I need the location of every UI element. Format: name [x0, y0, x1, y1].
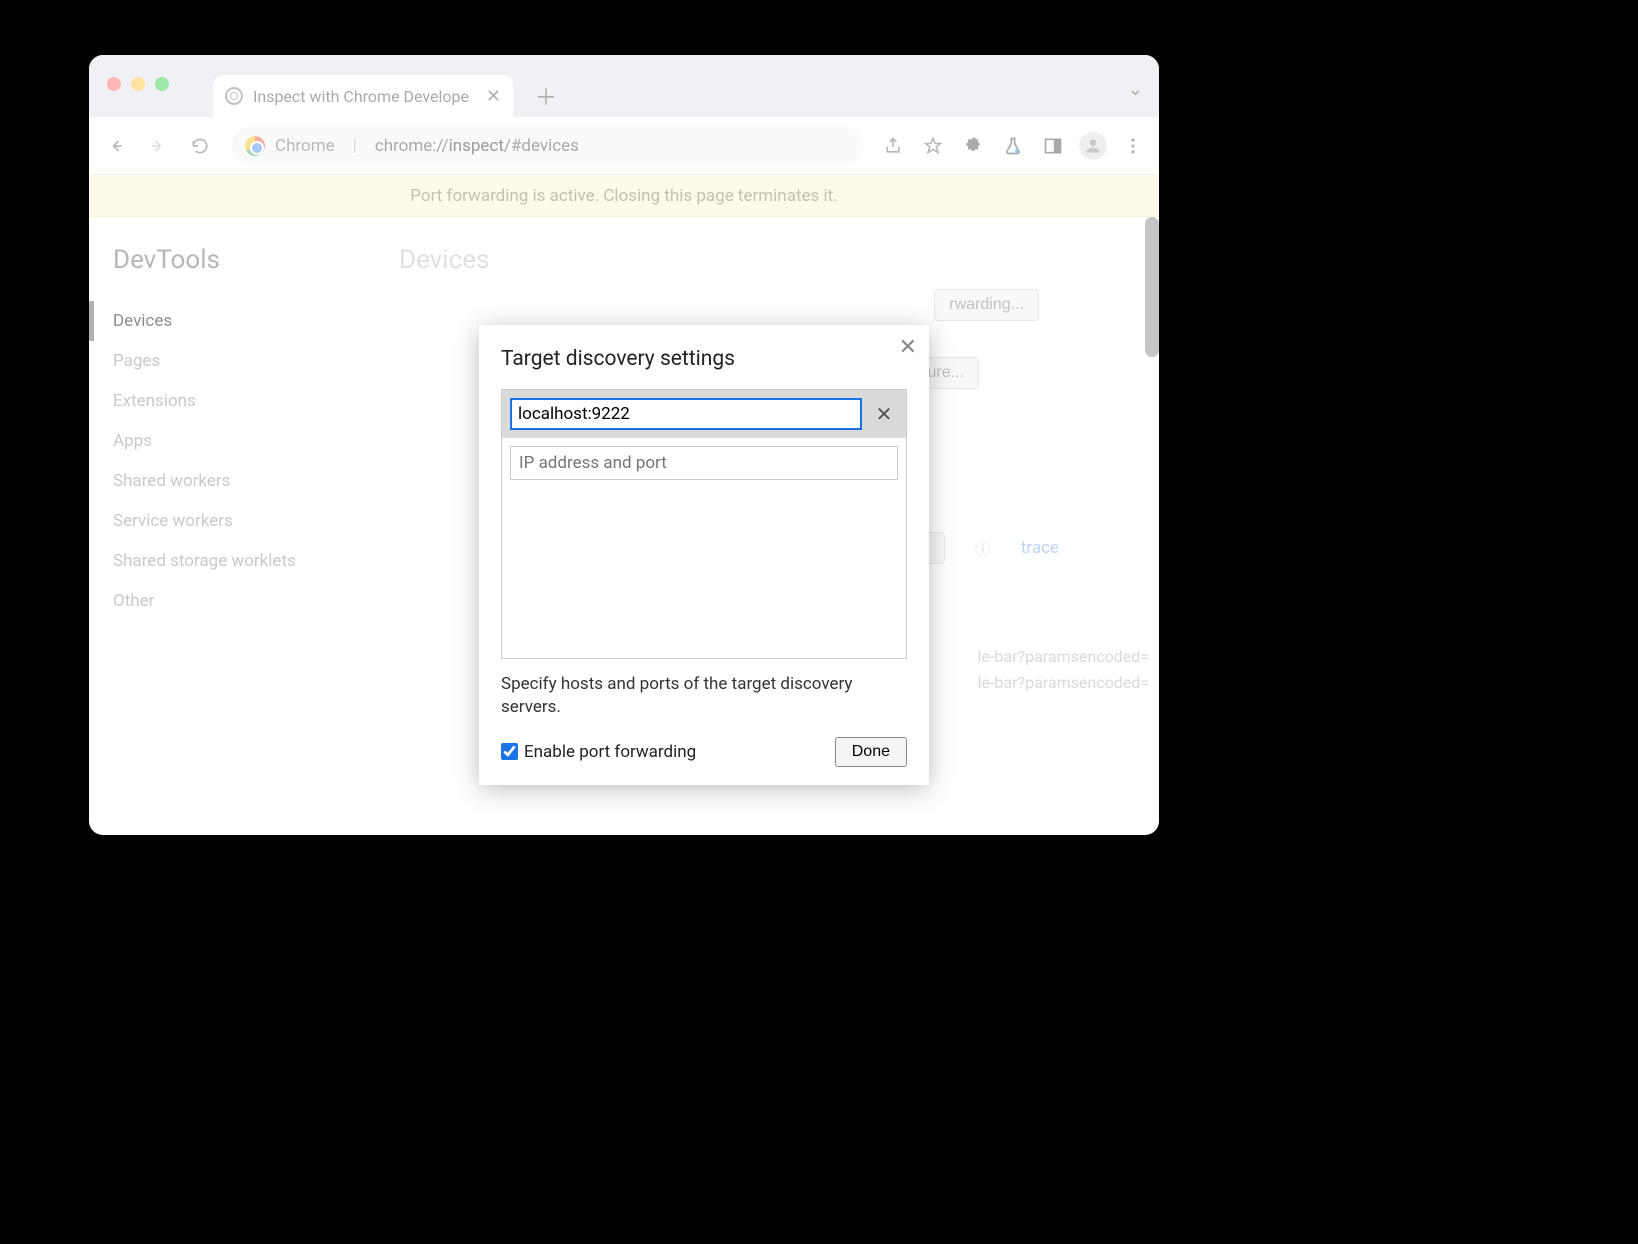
checkbox-input[interactable] [501, 743, 518, 760]
target-address-input[interactable] [510, 398, 862, 430]
target-discovery-dialog: ✕ Target discovery settings ✕ Specify ho… [479, 325, 929, 785]
checkbox-label-text: Enable port forwarding [524, 742, 696, 762]
remove-target-button[interactable]: ✕ [870, 400, 898, 428]
target-row: ✕ [502, 390, 906, 438]
enable-port-forwarding-checkbox[interactable]: Enable port forwarding [501, 742, 696, 762]
dialog-help-text: Specify hosts and ports of the target di… [501, 673, 907, 719]
scrollbar[interactable] [1145, 217, 1159, 357]
dialog-footer: Enable port forwarding Done [501, 737, 907, 767]
close-dialog-button[interactable]: ✕ [899, 335, 917, 360]
done-button[interactable]: Done [835, 737, 907, 767]
dialog-title: Target discovery settings [501, 347, 907, 371]
target-list: ✕ [501, 389, 907, 659]
target-row-empty [502, 438, 906, 488]
new-target-input[interactable] [510, 446, 898, 480]
browser-window: Inspect with Chrome Develope ✕ ＋ ⌄ Chrom… [89, 55, 1159, 835]
